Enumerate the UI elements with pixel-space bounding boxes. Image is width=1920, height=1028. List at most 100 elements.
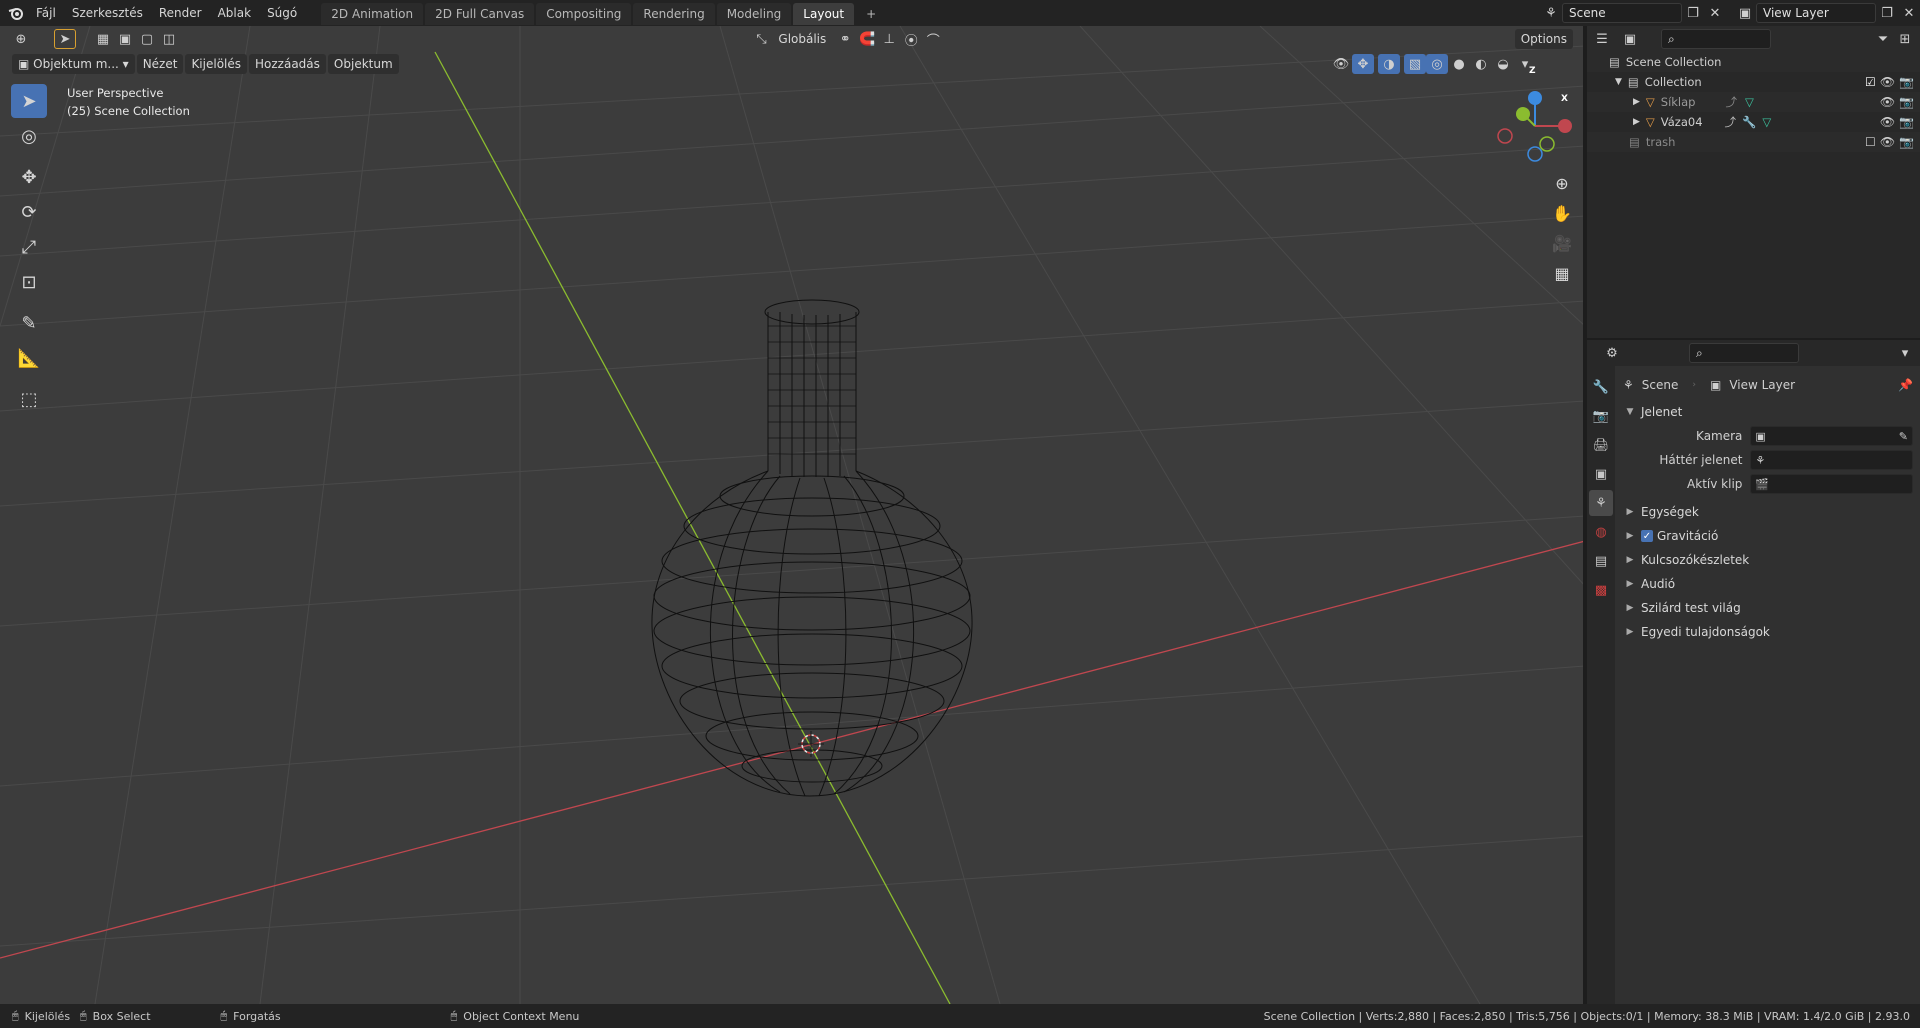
- camera-icon[interactable]: 📷: [1899, 75, 1914, 89]
- eyedropper-icon[interactable]: ✎: [1899, 430, 1908, 443]
- eye-icon[interactable]: 👁: [1880, 75, 1895, 89]
- display-mode-icon[interactable]: ▣: [1619, 29, 1641, 49]
- select-invert-icon[interactable]: ◫: [158, 29, 180, 49]
- outliner-editor-type-icon[interactable]: ☰: [1591, 29, 1613, 49]
- select-new-icon[interactable]: ▦: [92, 29, 114, 49]
- menu-render[interactable]: Render: [151, 0, 210, 26]
- section-jelenet[interactable]: ▼ Jelenet: [1623, 400, 1913, 424]
- shading-options-icon[interactable]: ▾: [1514, 54, 1536, 74]
- 3d-viewport[interactable]: [0, 26, 1585, 1004]
- close-view-layer-icon[interactable]: ✕: [1898, 3, 1920, 23]
- menu-object[interactable]: Objektum: [327, 54, 399, 74]
- scale-icon[interactable]: ⤢: [11, 230, 47, 264]
- rotate-icon[interactable]: ⟳: [11, 195, 47, 229]
- tab-compositing[interactable]: Compositing: [536, 3, 632, 25]
- camera-field[interactable]: ▣ ✎: [1750, 426, 1913, 446]
- texture-tab-icon[interactable]: ▩: [1589, 577, 1613, 603]
- falloff-icon[interactable]: ⌒: [922, 29, 944, 49]
- gravity-checkbox[interactable]: ✓: [1641, 530, 1653, 542]
- snap-target-icon[interactable]: ⊥: [878, 29, 900, 49]
- solid-shading-icon[interactable]: ●: [1448, 54, 1470, 74]
- transform-orientation-icon[interactable]: ⤡: [750, 29, 772, 49]
- orientation-dropdown[interactable]: Globális: [772, 29, 832, 49]
- eye-icon[interactable]: 👁: [1880, 135, 1895, 149]
- scene-tab-icon[interactable]: ⚘: [1589, 490, 1613, 516]
- filter-icon[interactable]: ⏷: [1872, 29, 1894, 49]
- chevron-right-icon[interactable]: ▶: [1633, 97, 1640, 107]
- tab-modeling[interactable]: Modeling: [716, 3, 792, 25]
- properties-search-input[interactable]: ⌕: [1689, 343, 1799, 363]
- checkbox-icon[interactable]: ☑: [1865, 75, 1876, 89]
- eye-icon[interactable]: 👁: [1880, 115, 1895, 129]
- options-dropdown[interactable]: Options: [1514, 29, 1573, 49]
- material-shading-icon[interactable]: ◐: [1470, 54, 1492, 74]
- menu-help[interactable]: Súgó: [259, 0, 305, 26]
- pan-hand-icon[interactable]: ✋: [1549, 198, 1575, 228]
- outliner-search-input[interactable]: ⌕: [1661, 29, 1771, 49]
- rendered-shading-icon[interactable]: ◒: [1492, 54, 1514, 74]
- view-layer-tab-icon[interactable]: ▣: [1589, 461, 1613, 487]
- camera-view-icon[interactable]: 🎥: [1549, 228, 1575, 258]
- select-box-icon[interactable]: ➤: [11, 84, 47, 118]
- select-extend-icon[interactable]: ▣: [114, 29, 136, 49]
- section-rigid-body-world[interactable]: ▶ Szilárd test világ: [1623, 596, 1913, 620]
- render-tab-icon[interactable]: 📷: [1589, 403, 1613, 429]
- pin-icon[interactable]: 📌: [1898, 378, 1913, 392]
- camera-icon[interactable]: 📷: [1899, 135, 1914, 149]
- menu-edit[interactable]: Szerkesztés: [64, 0, 151, 26]
- chevron-right-icon[interactable]: ▶: [1633, 117, 1640, 127]
- active-clip-field[interactable]: 🎬: [1750, 474, 1913, 494]
- menu-add[interactable]: Hozzáadás: [249, 54, 326, 74]
- outliner-row-scene-collection[interactable]: ▤ Scene Collection: [1587, 52, 1920, 72]
- cursor-icon[interactable]: ◎: [11, 119, 47, 153]
- tab-2d-full-canvas[interactable]: 2D Full Canvas: [425, 3, 535, 25]
- add-cube-icon[interactable]: ⬚: [11, 382, 47, 416]
- tool-tab-icon[interactable]: 🔧: [1589, 374, 1613, 400]
- snap-icon[interactable]: 🧲: [856, 29, 878, 49]
- move-icon[interactable]: ✥: [11, 160, 47, 194]
- close-scene-icon[interactable]: ✕: [1704, 3, 1726, 23]
- chevron-down-icon[interactable]: ▼: [1615, 77, 1622, 87]
- select-mode-icon[interactable]: ➤: [54, 29, 76, 49]
- copy-view-layer-icon[interactable]: ❐: [1876, 3, 1898, 23]
- mode-dropdown[interactable]: ▣ Objektum m... ▾: [12, 54, 135, 74]
- menu-window[interactable]: Ablak: [210, 0, 259, 26]
- output-tab-icon[interactable]: 🖨: [1589, 432, 1613, 458]
- blender-logo-icon[interactable]: [4, 3, 28, 23]
- select-subtract-icon[interactable]: ▢: [136, 29, 158, 49]
- tab-2d-animation[interactable]: 2D Animation: [321, 3, 424, 25]
- outliner-row-siklap[interactable]: ▶ ▽ Síklap ⤴ ▽ 👁 📷: [1587, 92, 1920, 112]
- section-keying-sets[interactable]: ▶ Kulcsozókészletek: [1623, 548, 1913, 572]
- checkbox-icon[interactable]: ☐: [1865, 135, 1876, 149]
- xray-icon[interactable]: ▧: [1404, 54, 1426, 74]
- section-custom-properties[interactable]: ▶ Egyedi tulajdonságok: [1623, 620, 1913, 644]
- eye-icon[interactable]: 👁: [1880, 95, 1895, 109]
- overlay-toggle-icon[interactable]: ◑: [1378, 54, 1400, 74]
- proportional-edit-icon[interactable]: ⦿: [900, 29, 922, 49]
- section-gravity[interactable]: ▶ ✓ Gravitáció: [1623, 524, 1913, 548]
- scene-field[interactable]: Scene: [1562, 3, 1682, 23]
- world-tab-icon[interactable]: ◍: [1589, 519, 1613, 545]
- outliner-row-collection[interactable]: ▼ ▤ Collection ☑ 👁 📷: [1587, 72, 1920, 92]
- scene-icon[interactable]: ⚘: [1540, 3, 1562, 23]
- perspective-toggle-icon[interactable]: ▦: [1549, 258, 1575, 288]
- outliner-row-vaza04[interactable]: ▶ ▽ Váza04 ⤴ 🔧 ▽ 👁 📷: [1587, 112, 1920, 132]
- tab-rendering[interactable]: Rendering: [633, 3, 715, 25]
- copy-scene-icon[interactable]: ❐: [1682, 3, 1704, 23]
- camera-icon[interactable]: 📷: [1899, 95, 1914, 109]
- transform-icon[interactable]: ⊡: [11, 265, 47, 299]
- zoom-icon[interactable]: ⊕: [1549, 168, 1575, 198]
- background-scene-field[interactable]: ⚘: [1750, 450, 1913, 470]
- pivot-icon[interactable]: ⚭: [834, 29, 856, 49]
- section-audio[interactable]: ▶ Audió: [1623, 572, 1913, 596]
- visibility-icon[interactable]: 👁: [1330, 54, 1352, 74]
- view-layer-field[interactable]: View Layer: [1756, 3, 1876, 23]
- add-workspace-button[interactable]: +: [856, 3, 886, 25]
- editor-type-icon[interactable]: ⊕: [10, 29, 32, 49]
- wireframe-shading-icon[interactable]: ◎: [1426, 54, 1448, 74]
- chevron-down-icon[interactable]: ▾: [1894, 343, 1916, 363]
- gizmo-x-label[interactable]: X: [1561, 94, 1568, 104]
- camera-icon[interactable]: 📷: [1899, 115, 1914, 129]
- menu-view[interactable]: Nézet: [136, 54, 184, 74]
- measure-icon[interactable]: 📐: [11, 341, 47, 375]
